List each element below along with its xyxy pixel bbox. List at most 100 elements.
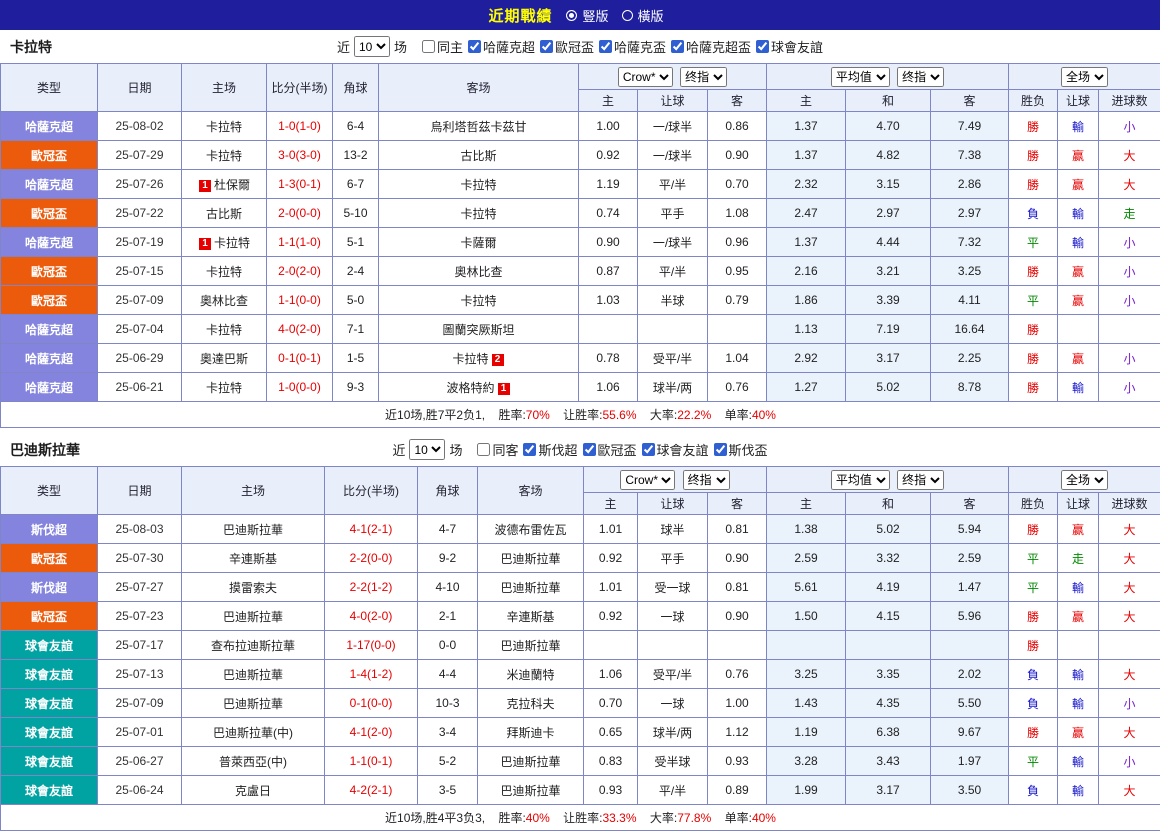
match-row: 歐冠盃25-07-30辛連斯基2-2(0-0)9-2巴迪斯拉華0.92平手0.9… [1, 544, 1160, 573]
near-count-select[interactable]: 10 [354, 36, 390, 57]
team-name-text: 圖蘭突厥斯坦 [441, 323, 515, 337]
filter-bar: 近 10 场 同客 斯伐超 歐冠盃 球會友誼 斯伐盃 [392, 439, 767, 460]
league-checkbox[interactable]: 球會友誼 [641, 440, 709, 459]
near-label: 近 [337, 37, 350, 56]
match-date: 25-07-13 [98, 660, 182, 689]
final-odds-select[interactable]: 终指 [683, 470, 730, 490]
final-odds-select[interactable]: 终指 [680, 67, 727, 87]
match-score: 4-2(2-1) [325, 776, 418, 805]
home-team: 奧達巴斯 [182, 344, 267, 373]
odds-handicap: 球半/两 [638, 373, 708, 402]
league-checkbox[interactable]: 哈薩克超 [467, 37, 535, 56]
result-wdl: 勝 [1009, 515, 1058, 544]
league-checkbox[interactable]: 哈薩克超盃 [670, 37, 751, 56]
corner-score: 3-4 [418, 718, 478, 747]
result-handicap: 輸 [1058, 776, 1099, 805]
result-goals: 大 [1099, 602, 1160, 631]
odds-handicap: 平手 [638, 199, 708, 228]
odds-home: 1.00 [579, 112, 638, 141]
summary-record: 近10场,胜7平2负1, [385, 408, 485, 422]
horizontal-layout-radio[interactable] [622, 10, 633, 21]
league-badge: 哈薩克超 [1, 112, 98, 141]
summary-stat: 胜率:40% [498, 811, 549, 825]
avg-home: 1.38 [767, 515, 846, 544]
league-checkbox[interactable]: 球會友誼 [755, 37, 823, 56]
near-count-select[interactable]: 10 [409, 439, 445, 460]
summary-stat: 大率:77.8% [650, 811, 711, 825]
results-table-2: 类型 日期 主场 比分(半场) 角球 客场 Crow* 终指 平均值 终指 全场… [0, 466, 1160, 831]
avg-home: 1.86 [767, 286, 846, 315]
final-odds-select[interactable]: 终指 [897, 67, 944, 87]
match-row: 歐冠盃25-07-15卡拉特2-0(2-0)2-4奧林比查0.87平/半0.95… [1, 257, 1160, 286]
away-team: 波格特約1 [379, 373, 579, 402]
average-select[interactable]: 平均值 [831, 67, 890, 87]
same-home-checkbox[interactable]: 同主 [421, 37, 463, 56]
away-team: 卡拉特 [379, 170, 579, 199]
odds-source-select[interactable]: Crow* [618, 67, 673, 87]
team-section-header-2: 巴迪斯拉華 近 10 场 同客 斯伐超 歐冠盃 球會友誼 斯伐盃 [0, 433, 1160, 466]
odds-handicap: 一球 [638, 689, 708, 718]
league-checkbox[interactable]: 歐冠盃 [582, 440, 637, 459]
corner-score: 7-1 [333, 315, 379, 344]
odds-home [579, 315, 638, 344]
scope-header: 全场 [1009, 467, 1160, 493]
vertical-layout-radio[interactable] [566, 10, 577, 21]
odds-home: 0.74 [579, 199, 638, 228]
sub-header-avg-draw: 和 [846, 90, 931, 112]
odds-away: 0.81 [708, 515, 767, 544]
match-date: 25-08-02 [98, 112, 182, 141]
team-section-header-1: 卡拉特 近 10 场 同主 哈薩克超 歐冠盃 哈薩克盃 哈薩克超盃 球會友誼 [0, 30, 1160, 63]
scope-select[interactable]: 全场 [1061, 67, 1108, 87]
sub-header-away-odds: 客 [708, 90, 767, 112]
away-team: 拜斯迪卡 [478, 718, 584, 747]
match-row: 球會友誼25-07-09巴迪斯拉華0-1(0-0)10-3克拉科夫0.70一球1… [1, 689, 1160, 718]
match-date: 25-07-23 [98, 602, 182, 631]
column-header-score: 比分(半场) [267, 64, 333, 112]
result-goals: 小 [1099, 112, 1160, 141]
column-header-home: 主场 [182, 467, 325, 515]
match-date: 25-08-03 [98, 515, 182, 544]
corner-score: 9-2 [418, 544, 478, 573]
away-team: 烏利塔哲茲卡茲甘 [379, 112, 579, 141]
avg-away: 7.32 [931, 228, 1009, 257]
match-score: 0-1(0-1) [267, 344, 333, 373]
same-away-checkbox[interactable]: 同客 [476, 440, 518, 459]
scope-header: 全场 [1009, 64, 1160, 90]
match-score: 1-0(0-0) [267, 373, 333, 402]
league-checkbox[interactable]: 斯伐超 [522, 440, 577, 459]
column-header-date: 日期 [98, 467, 182, 515]
odds-home: 0.65 [584, 718, 638, 747]
league-badge: 哈薩克超 [1, 344, 98, 373]
league-checkbox[interactable]: 哈薩克盃 [598, 37, 666, 56]
match-date: 25-07-22 [98, 199, 182, 228]
league-checkbox[interactable]: 歐冠盃 [539, 37, 594, 56]
average-header: 平均值 终指 [767, 64, 1009, 90]
team-name-text: 卡拉特 [205, 120, 243, 134]
result-handicap: 赢 [1058, 718, 1099, 747]
team-name-text: 巴迪斯拉華 [222, 523, 284, 537]
corner-score: 10-3 [418, 689, 478, 718]
sub-header-goals: 进球数 [1099, 90, 1160, 112]
result-goals: 大 [1099, 660, 1160, 689]
final-odds-select[interactable]: 终指 [897, 470, 944, 490]
home-team: 巴迪斯拉華 [182, 660, 325, 689]
league-badge: 哈薩克超 [1, 228, 98, 257]
odds-source-select[interactable]: Crow* [620, 470, 675, 490]
avg-home: 1.13 [767, 315, 846, 344]
avg-away: 7.49 [931, 112, 1009, 141]
result-goals: 小 [1099, 747, 1160, 776]
league-badge: 球會友誼 [1, 776, 98, 805]
average-select[interactable]: 平均值 [831, 470, 890, 490]
sub-header-home-odds: 主 [579, 90, 638, 112]
odds-home: 1.01 [584, 573, 638, 602]
league-badge: 球會友誼 [1, 631, 98, 660]
match-row: 歐冠盃25-07-22古比斯2-0(0-0)5-10卡拉特0.74平手1.082… [1, 199, 1160, 228]
team-name-text: 摸雷索夫 [228, 581, 278, 595]
result-handicap: 輸 [1058, 199, 1099, 228]
avg-home: 2.16 [767, 257, 846, 286]
home-team: 卡拉特 [182, 141, 267, 170]
scope-select[interactable]: 全场 [1061, 470, 1108, 490]
league-checkbox[interactable]: 斯伐盃 [713, 440, 768, 459]
odds-handicap: 一/球半 [638, 112, 708, 141]
away-team: 巴迪斯拉華 [478, 544, 584, 573]
